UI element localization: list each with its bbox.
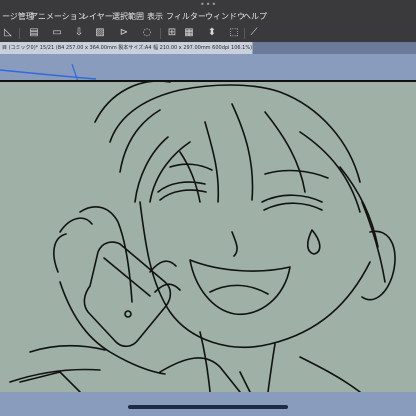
home-indicator[interactable] — [128, 405, 288, 409]
clip-studio-app: ••• ージ管理 アニメーション レイヤー 選択範囲 表示 フィルター ウィンド… — [0, 0, 416, 416]
character-lineart — [9, 82, 396, 392]
comic-panel[interactable] — [0, 80, 416, 394]
bottom-canvas-strip — [0, 392, 416, 416]
